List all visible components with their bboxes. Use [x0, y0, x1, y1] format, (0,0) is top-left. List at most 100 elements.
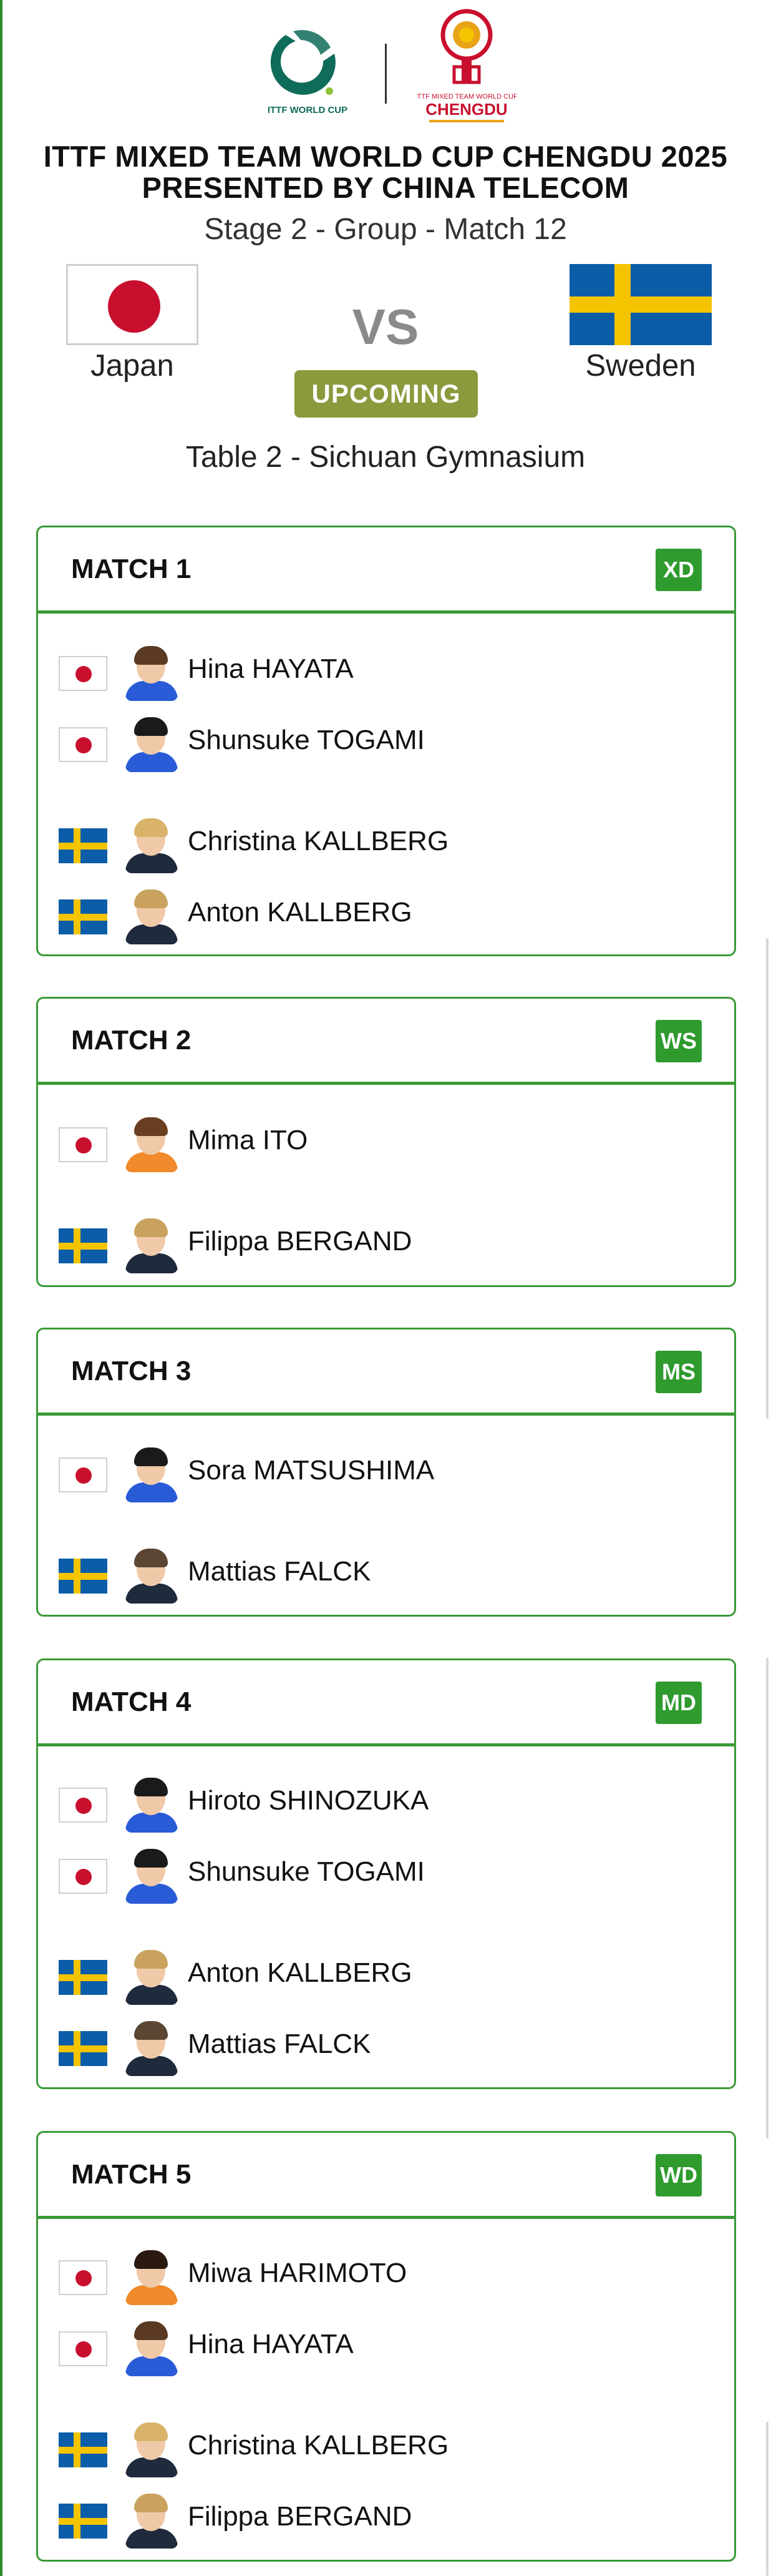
page-title-line-1: ITTF MIXED TEAM WORLD CUP CHENGDU 2025	[43, 140, 728, 173]
match-card: MATCH 5 WD Miwa HARIMOTO Hina HAYATA Christi…	[36, 2131, 736, 2562]
ittf-world-cup-logo: ITTF WORLD CUP	[268, 30, 347, 115]
player-name: Hina HAYATA	[188, 2329, 354, 2359]
match-type-badge: WS	[656, 1020, 702, 1062]
event-logo-text-2: CHENGDU	[425, 100, 507, 119]
match-card: MATCH 2 WS Mima ITO Filippa BERGAND	[36, 997, 736, 1287]
japan-flag	[66, 264, 198, 345]
match-title: MATCH 5	[71, 2159, 192, 2190]
match-header: MATCH 4 MD	[38, 1660, 734, 1746]
ittf-logo-text: ITTF WORLD CUP	[268, 105, 347, 115]
player-name: Mattias FALCK	[188, 2029, 371, 2059]
match-type-badge: XD	[656, 549, 702, 591]
player-name: Filippa BERGAND	[188, 2501, 412, 2532]
player-row[interactable]: Sora MATSUSHIMA	[38, 1442, 734, 1502]
player-avatar	[125, 644, 178, 701]
match-type-badge: MD	[656, 1682, 702, 1724]
match-card: MATCH 1 XD Hina HAYATA Shunsuke TOGAMI Chris…	[36, 526, 736, 956]
player-row[interactable]: Shunsuke TOGAMI	[38, 1844, 734, 1904]
page-title-line-2: PRESENTED BY CHINA TELECOM	[142, 171, 629, 204]
player-name: Hiroto SHINOZUKA	[188, 1785, 429, 1816]
player-name: Anton KALLBERG	[188, 897, 412, 928]
player-avatar	[125, 2019, 178, 2076]
logo-bar: ITTF WORLD CUP ITTF MIXED TEAM WORLD CUP…	[0, 7, 771, 126]
away-team-name: Sweden	[585, 349, 696, 383]
sweden-flag-icon	[59, 1559, 107, 1594]
sweden-flag-icon	[59, 2504, 107, 2539]
player-avatar	[125, 2248, 178, 2305]
player-row[interactable]: Hina HAYATA	[38, 2316, 734, 2376]
player-name: Sora MATSUSHIMA	[188, 1455, 435, 1486]
match-title: MATCH 1	[71, 554, 192, 584]
japan-flag-icon	[59, 1457, 107, 1492]
player-avatar	[125, 1846, 178, 1904]
venue-label: Table 2 - Sichuan Gymnasium	[185, 441, 586, 474]
player-row[interactable]: Christina KALLBERG	[38, 813, 734, 873]
player-name: Miwa HARIMOTO	[188, 2258, 407, 2288]
player-row[interactable]: Miwa HARIMOTO	[38, 2245, 734, 2305]
match-subtitle: Stage 2 - Group - Match 12	[204, 213, 567, 246]
japan-flag-icon	[59, 1859, 107, 1894]
player-avatar	[125, 1216, 178, 1273]
player-name: Christina KALLBERG	[188, 826, 449, 856]
player-name: Shunsuke TOGAMI	[188, 1856, 425, 1887]
player-name: Mattias FALCK	[188, 1556, 371, 1587]
player-name: Mima ITO	[188, 1125, 308, 1155]
match-title: MATCH 2	[71, 1025, 192, 1055]
match-header: MATCH 1 XD	[38, 527, 734, 614]
japan-flag-icon	[59, 1788, 107, 1823]
player-row[interactable]: Anton KALLBERG	[38, 884, 734, 944]
home-team-name: Japan	[90, 349, 174, 383]
sweden-flag	[570, 264, 712, 345]
japan-flag-icon	[59, 656, 107, 691]
player-avatar	[125, 2491, 178, 2549]
match-card: MATCH 3 MS Sora MATSUSHIMA Mattias FALCK	[36, 1328, 736, 1617]
match-card: MATCH 4 MD Hiroto SHINOZUKA Shunsuke TOGAMI…	[36, 1658, 736, 2089]
player-avatar	[125, 1546, 178, 1604]
player-row[interactable]: Mattias FALCK	[38, 2016, 734, 2076]
player-row[interactable]: Hina HAYATA	[38, 641, 734, 701]
player-avatar	[125, 816, 178, 873]
status-badge: UPCOMING	[294, 370, 478, 418]
match-title: MATCH 4	[71, 1687, 192, 1717]
player-name: Anton KALLBERG	[188, 1957, 412, 1988]
player-avatar	[125, 1775, 178, 1833]
japan-flag-icon	[59, 727, 107, 762]
player-row[interactable]: Christina KALLBERG	[38, 2417, 734, 2477]
vs-label: VS	[352, 299, 419, 355]
scrollbar-thumb[interactable]	[766, 938, 769, 1419]
page-left-border	[0, 0, 2, 2576]
player-name: Shunsuke TOGAMI	[188, 725, 425, 755]
player-avatar	[125, 887, 178, 944]
player-row[interactable]: Hiroto SHINOZUKA	[38, 1773, 734, 1833]
match-title: MATCH 3	[71, 1356, 192, 1386]
player-row[interactable]: Shunsuke TOGAMI	[38, 712, 734, 772]
page-title: ITTF MIXED TEAM WORLD CUP CHENGDU 2025 P…	[25, 141, 746, 203]
player-name: Hina HAYATA	[188, 654, 354, 684]
player-row[interactable]: Filippa BERGAND	[38, 1213, 734, 1273]
player-avatar	[125, 715, 178, 772]
japan-flag-icon	[59, 2260, 107, 2295]
player-avatar	[125, 2319, 178, 2376]
player-name: Filippa BERGAND	[188, 1226, 412, 1256]
japan-flag-icon	[59, 1127, 107, 1162]
player-avatar	[125, 1445, 178, 1502]
player-avatar	[125, 1115, 178, 1172]
player-name: Christina KALLBERG	[188, 2430, 449, 2461]
sweden-flag-icon	[59, 899, 107, 934]
scrollbar[interactable]	[764, 0, 771, 2576]
player-row[interactable]: Anton KALLBERG	[38, 1945, 734, 2005]
match-header: MATCH 3 MS	[38, 1330, 734, 1416]
player-avatar	[125, 1947, 178, 2005]
scrollbar-thumb[interactable]	[766, 1658, 769, 2138]
player-row[interactable]: Mattias FALCK	[38, 1544, 734, 1604]
sweden-flag-icon	[59, 1228, 107, 1263]
sweden-flag-icon	[59, 2031, 107, 2066]
sweden-flag-icon	[59, 828, 107, 863]
chengdu-event-logo: ITTF MIXED TEAM WORLD CUP CHENGDU	[417, 9, 516, 122]
player-row[interactable]: Filippa BERGAND	[38, 2489, 734, 2549]
japan-flag-icon	[59, 2331, 107, 2366]
match-type-badge: WD	[656, 2154, 702, 2196]
scrollbar-thumb[interactable]	[766, 2422, 769, 2576]
player-row[interactable]: Mima ITO	[38, 1112, 734, 1172]
match-header: MATCH 2 WS	[38, 999, 734, 1085]
